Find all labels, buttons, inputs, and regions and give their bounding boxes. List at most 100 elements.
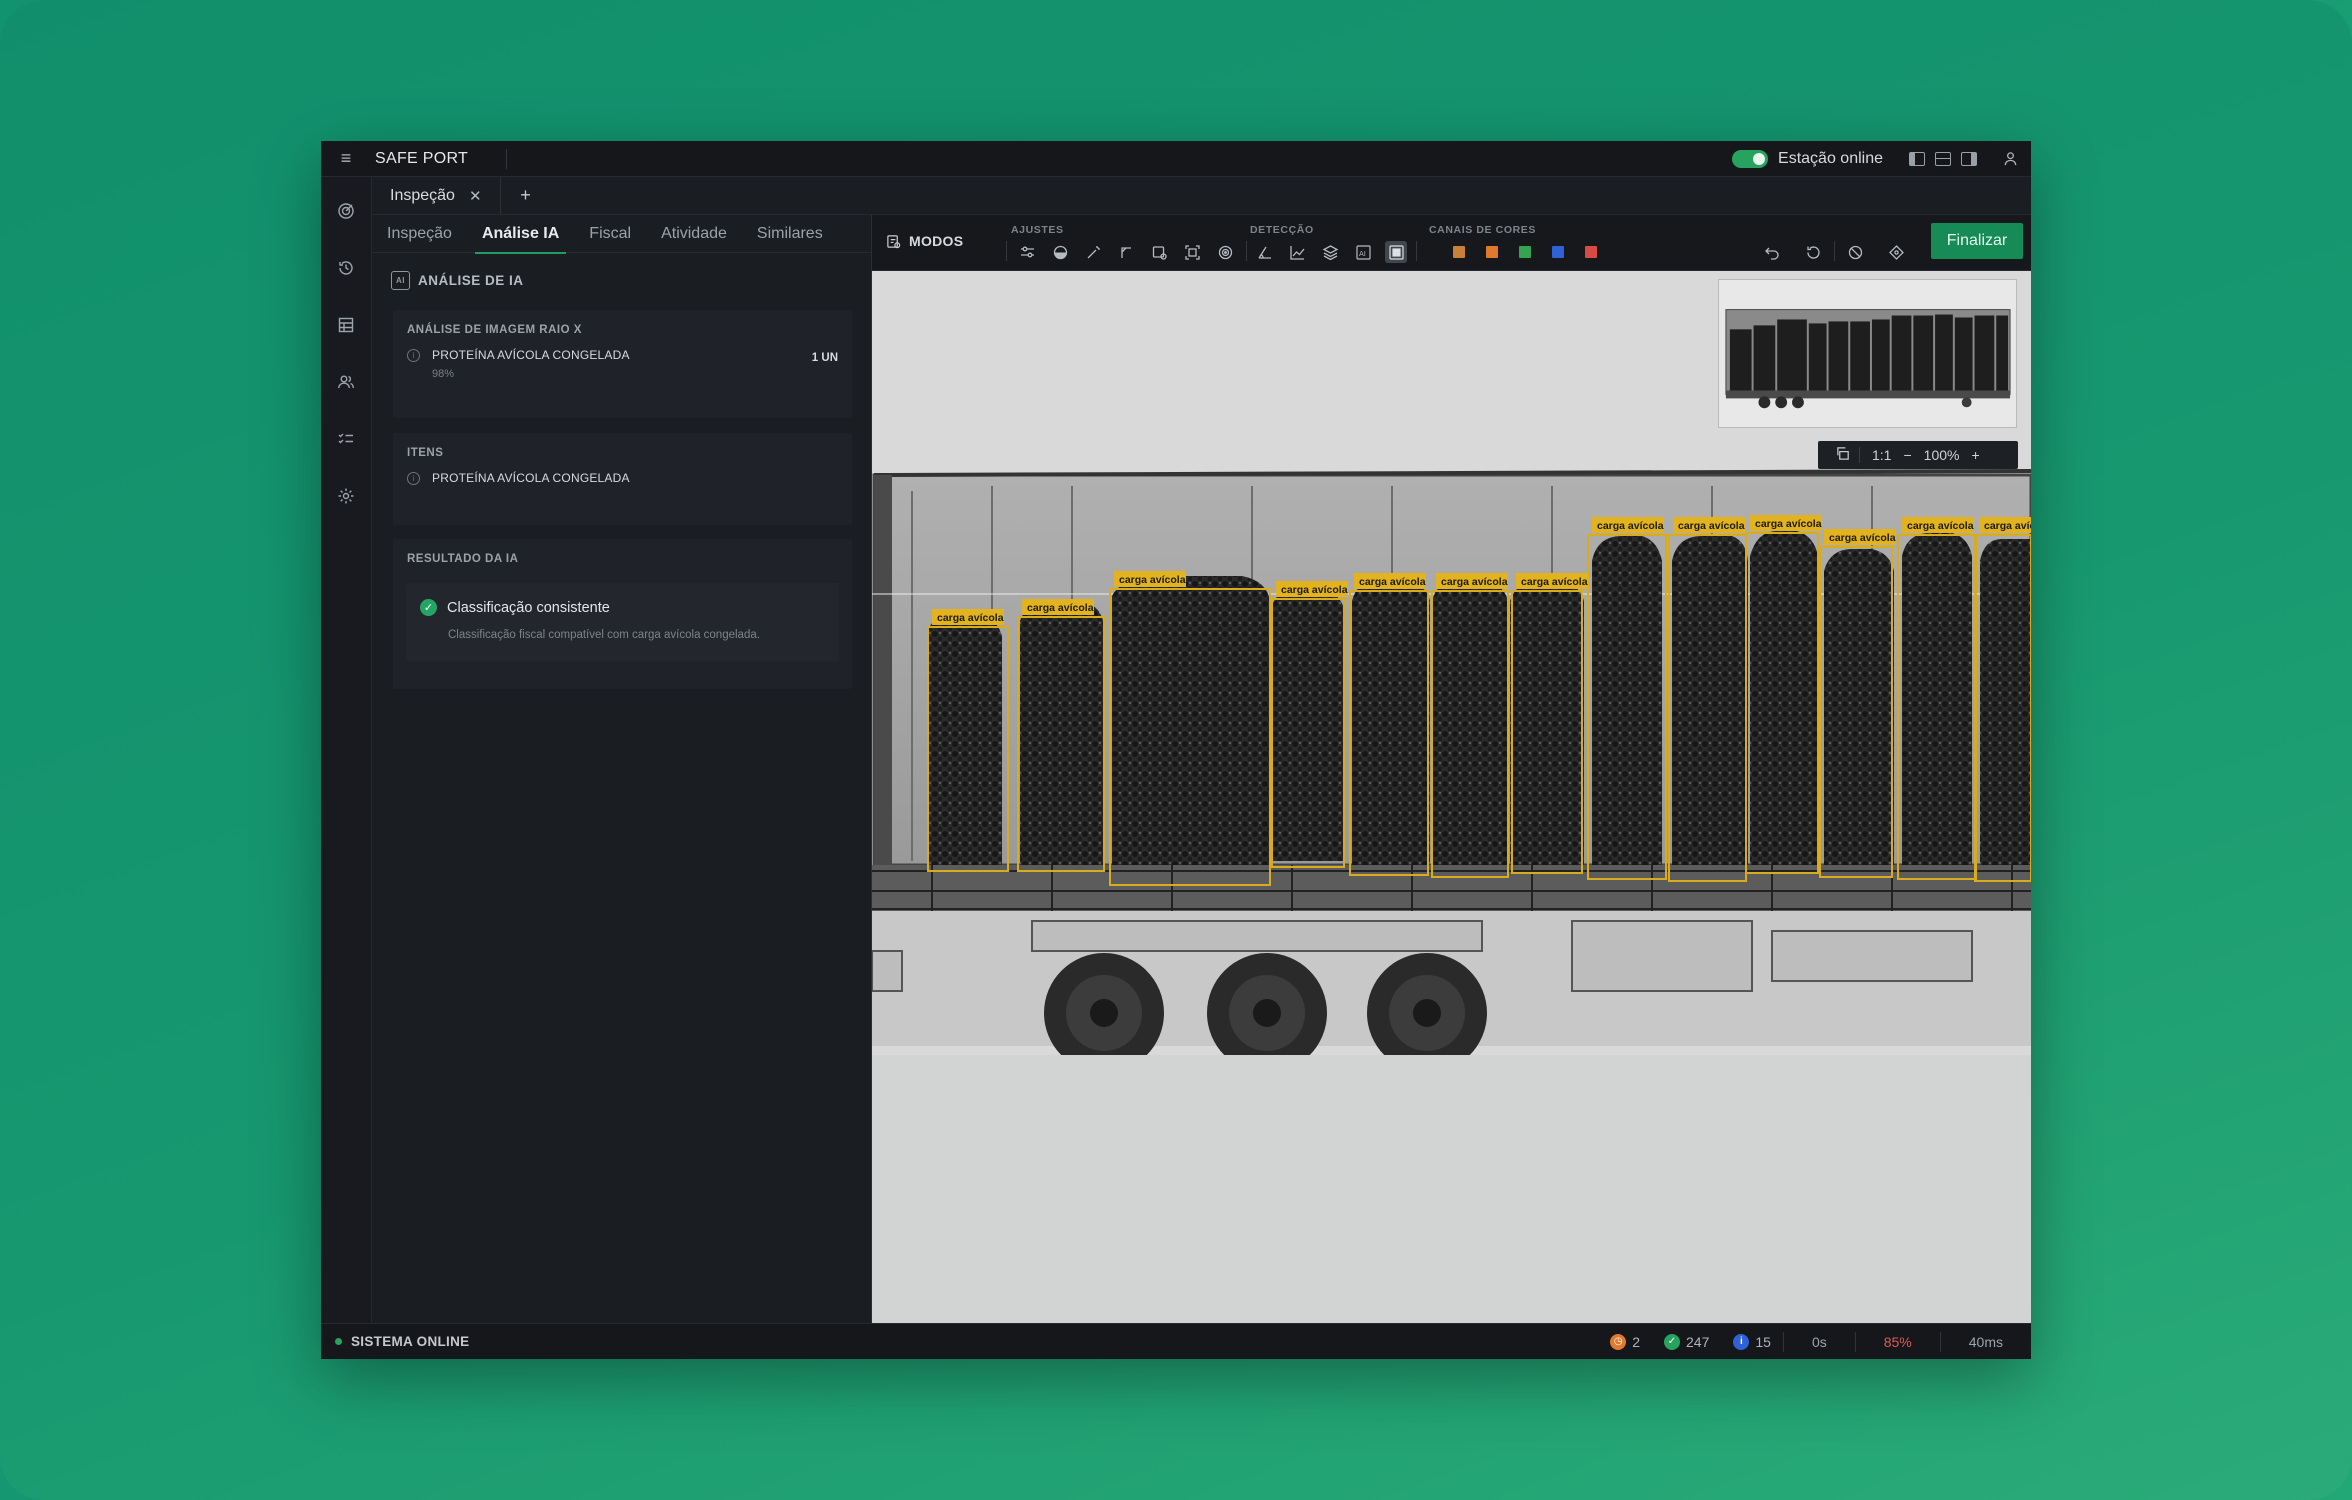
- modes-button[interactable]: MODOS: [886, 233, 963, 249]
- contrast-icon[interactable]: [1049, 241, 1071, 263]
- info-icon: i: [407, 349, 420, 362]
- color-channel-swatch[interactable]: [1519, 246, 1531, 258]
- app-brand: SAFE PORT: [375, 149, 469, 167]
- tab-fiscal[interactable]: Fiscal: [574, 215, 646, 253]
- list-item[interactable]: i PROTEÍNA AVÍCOLA CONGELADA: [393, 459, 852, 485]
- detection-label[interactable]: carga avícola: [1750, 515, 1822, 531]
- time-metric: 0s: [1811, 1333, 1827, 1350]
- color-channel-swatch[interactable]: [1552, 246, 1564, 258]
- status-bar: SISTEMA ONLINE ◷ 2 ✓ 247 i 15 0s 85% 40m…: [321, 1323, 2031, 1359]
- finish-button[interactable]: Finalizar: [1931, 223, 2023, 259]
- layout-left-panel-icon[interactable]: [1909, 151, 1925, 166]
- ai-icon: AI: [391, 271, 410, 290]
- region-icon[interactable]: [1148, 241, 1170, 263]
- radar-icon[interactable]: [1214, 241, 1236, 263]
- color-channel-swatch[interactable]: [1486, 246, 1498, 258]
- block-icon[interactable]: [1844, 241, 1866, 263]
- detection-label[interactable]: carga avícola: [1276, 581, 1348, 597]
- viewer-toolbar: MODOS AJUSTES DETECÇÃO AI CANAIS DE CORE…: [872, 215, 2031, 271]
- card-heading: RESULTADO DA IA: [407, 553, 519, 565]
- top-bar: ≡ SAFE PORT Estação online: [321, 141, 2031, 177]
- approved-stat[interactable]: ✓ 247: [1652, 1333, 1721, 1350]
- detection-label[interactable]: carga avícola: [1824, 529, 1896, 545]
- settings-icon[interactable]: [336, 486, 356, 506]
- angle-tool-icon[interactable]: [1115, 241, 1137, 263]
- divider: [1834, 241, 1835, 261]
- detection-label[interactable]: carga avícola: [1902, 517, 1974, 533]
- undo-icon[interactable]: [1761, 241, 1783, 263]
- zoom-in-button[interactable]: +: [1965, 447, 1985, 463]
- crop-icon[interactable]: [1181, 241, 1203, 263]
- detection-item[interactable]: i PROTEÍNA AVÍCOLA CONGELADA 98% 1 UN: [393, 336, 852, 380]
- tab-similares[interactable]: Similares: [742, 215, 838, 253]
- load-metric: 85%: [1883, 1333, 1912, 1350]
- history-icon[interactable]: [336, 258, 356, 278]
- detection-label[interactable]: carga avícola: [1516, 573, 1588, 589]
- detection-label-text: carga avícola: [1521, 576, 1588, 588]
- target-icon[interactable]: [336, 201, 356, 221]
- system-status: SISTEMA ONLINE: [335, 1334, 469, 1349]
- menu-icon[interactable]: ≡: [321, 141, 371, 177]
- minimap[interactable]: [1718, 279, 2017, 428]
- detection-label-text: carga avícola: [1984, 520, 2031, 532]
- detection-label[interactable]: carga avícola: [1114, 571, 1186, 587]
- modes-label: MODOS: [909, 233, 964, 249]
- divider: [1006, 241, 1007, 261]
- station-toggle[interactable]: [1732, 149, 1769, 168]
- tab-analise-ia[interactable]: Análise IA: [467, 215, 574, 254]
- zoom-ratio[interactable]: 1:1: [1860, 447, 1897, 463]
- status-dot: [335, 1338, 342, 1345]
- users-icon[interactable]: [336, 372, 356, 392]
- rotate-icon[interactable]: [1802, 241, 1824, 263]
- image-detect-icon[interactable]: [1385, 241, 1407, 263]
- sliders-icon[interactable]: [1016, 241, 1038, 263]
- close-icon[interactable]: ✕: [469, 187, 482, 205]
- ai-detect-icon[interactable]: AI: [1352, 241, 1374, 263]
- top-right-controls: Estação online: [1732, 149, 2031, 168]
- detection-label[interactable]: carga avícola: [1022, 599, 1094, 615]
- magic-wand-icon[interactable]: [1082, 241, 1104, 263]
- color-channel-swatch[interactable]: [1453, 246, 1465, 258]
- pending-stat[interactable]: ◷ 2: [1598, 1333, 1652, 1350]
- group-label-channels: CANAIS DE CORES: [1429, 224, 1537, 236]
- detection-label[interactable]: carga avícola: [932, 609, 1004, 625]
- card-heading: ANÁLISE DE IMAGEM RAIO X: [407, 324, 582, 336]
- document-tab-bar: Inspeção ✕ +: [372, 176, 2031, 215]
- info-stat[interactable]: i 15: [1721, 1333, 1783, 1350]
- detection-label[interactable]: carga avícola: [1673, 517, 1745, 533]
- table-icon[interactable]: [336, 315, 356, 335]
- xray-viewer[interactable]: carga avícola carga avícola carga avícola c…: [872, 271, 2031, 1323]
- detection-label-text: carga avícola: [1829, 532, 1896, 544]
- chart-line-icon[interactable]: [1286, 241, 1308, 263]
- detection-label-text: carga avícola: [1119, 574, 1186, 586]
- fit-icon[interactable]: [1818, 446, 1859, 464]
- card-heading: ITENS: [407, 447, 444, 459]
- panel-tabs: Inspeção Análise IA Fiscal Atividade Sim…: [372, 215, 871, 254]
- item-name: PROTEÍNA AVÍCOLA CONGELADA: [432, 348, 630, 362]
- group-label-adjust: AJUSTES: [1011, 224, 1064, 236]
- color-channel-swatch[interactable]: [1585, 246, 1597, 258]
- zoom-out-button[interactable]: −: [1897, 447, 1917, 463]
- clock-icon: ◷: [1610, 1333, 1627, 1350]
- zoom-level: 100%: [1923, 447, 1960, 463]
- user-icon[interactable]: [2001, 150, 2019, 168]
- station-status: Estação online: [1778, 149, 1883, 167]
- detection-label[interactable]: carga avícola: [1592, 517, 1664, 533]
- layout-right-panel-icon[interactable]: [1961, 151, 1977, 166]
- detection-label[interactable]: carga avícola: [1979, 517, 2031, 533]
- tab-inspecao[interactable]: Inspeção: [372, 215, 467, 253]
- tab-atividade[interactable]: Atividade: [646, 215, 742, 253]
- detection-label-text: carga avícola: [1678, 520, 1745, 532]
- checklist-icon[interactable]: [336, 429, 356, 449]
- add-tab-button[interactable]: +: [501, 185, 551, 206]
- doc-tab-inspecao[interactable]: Inspeção ✕: [372, 176, 501, 215]
- result-box: ✓ Classificação consistente Classificação…: [406, 583, 839, 661]
- measure-angle-icon[interactable]: [1253, 241, 1275, 263]
- layers-icon[interactable]: [1319, 241, 1341, 263]
- info-circle-icon: i: [1733, 1333, 1750, 1350]
- detection-label[interactable]: carga avícola: [1354, 573, 1426, 589]
- diamond-icon[interactable]: [1885, 241, 1907, 263]
- status-stats: ◷ 2 ✓ 247 i 15 0s 85% 40ms: [1598, 1324, 2031, 1360]
- layout-split-icon[interactable]: [1935, 151, 1951, 166]
- detection-label[interactable]: carga avícola: [1436, 573, 1508, 589]
